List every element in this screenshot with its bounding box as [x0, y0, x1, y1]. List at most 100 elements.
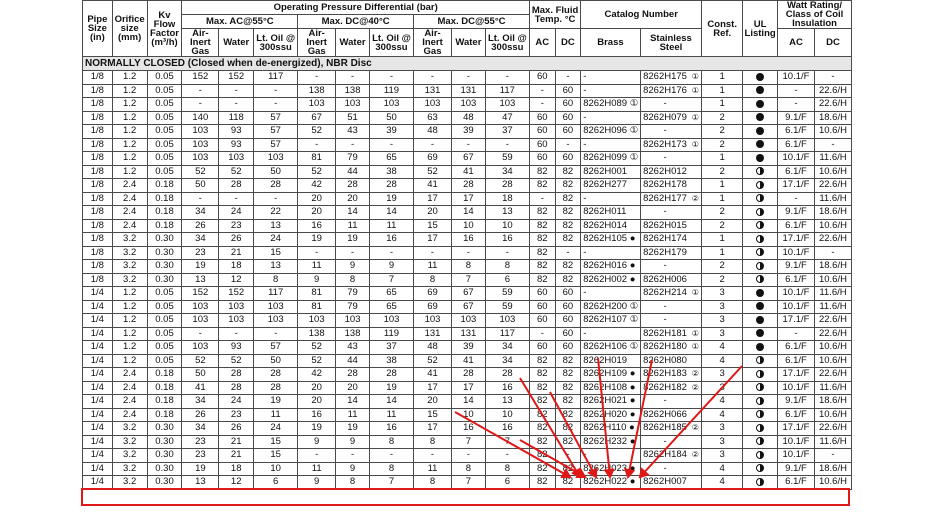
cell-dc40-water: 44 — [335, 353, 370, 368]
header-lt-oil: Lt. Oil @ 300ssu — [368, 28, 415, 57]
cell-pipe-size: 1/8 — [82, 178, 113, 193]
ul-listed-half-icon — [756, 410, 765, 419]
cell-dc40-lt-oil: - — [368, 137, 415, 152]
cell-ac-lt-oil: 22 — [253, 205, 299, 220]
cell-ac-lt-oil: 15 — [253, 434, 299, 449]
cell-pipe-size: 1/4 — [82, 394, 113, 409]
cell-orifice-size: 2.4 — [111, 380, 148, 395]
cell-watt-ac: 17.1/F — [777, 313, 815, 328]
cell-orifice-size: 2.4 — [111, 394, 148, 409]
cell-dc55-water: 10 — [450, 218, 486, 233]
cell-dc40-water: 9 — [335, 434, 370, 449]
cell-dc40-air-gas: 42 — [297, 178, 337, 193]
cell-ac-lt-oil: 117 — [253, 70, 299, 85]
cell-orifice-size: 1.2 — [111, 326, 148, 341]
cell-pipe-size: 1/8 — [82, 97, 113, 112]
cell-ac-air-gas: - — [181, 326, 220, 341]
cell-dc40-lt-oil: - — [368, 245, 415, 260]
cell-const-ref: 4 — [701, 475, 744, 490]
cell-pipe-size: 1/8 — [82, 164, 113, 179]
header-lt-oil: Lt. Oil @ 300ssu — [253, 28, 299, 57]
cell-const-ref: 4 — [701, 394, 744, 409]
cell-const-ref: 3 — [701, 421, 744, 436]
cell-dc55-lt-oil: 59 — [484, 286, 530, 301]
ul-listed-half-icon — [756, 207, 765, 216]
cell-dc55-lt-oil: 6 — [484, 475, 530, 490]
cell-watt-dc: 10.6/H — [813, 353, 853, 368]
cell-dc40-air-gas: 52 — [297, 353, 337, 368]
cell-watt-dc: 10.6/H — [813, 475, 853, 490]
cell-kv-flow: 0.05 — [146, 124, 183, 139]
cell-dc55-water: 131 — [450, 326, 486, 341]
header-stainless-steel: Stainless Steel — [639, 28, 703, 57]
cell-kv-flow: 0.05 — [146, 97, 183, 112]
cell-dc55-water: 67 — [450, 299, 486, 314]
cell-orifice-size: 1.2 — [111, 299, 148, 314]
cell-dc40-water: 79 — [335, 299, 370, 314]
cell-temp-dc: 60 — [554, 97, 582, 112]
cell-dc40-water: 9 — [335, 259, 370, 274]
cell-ul-listing — [742, 434, 779, 449]
cell-temp-ac: - — [528, 97, 556, 112]
table-row: 1/4 2.4 0.18 41 28 28 20 20 19 17 17 16 82 82 8262H108… — [82, 380, 853, 395]
cell-pipe-size: 1/8 — [82, 70, 113, 85]
cell-pipe-size: 1/4 — [82, 380, 113, 395]
cell-const-ref: 2 — [701, 218, 744, 233]
cell-dc40-lt-oil: 119 — [368, 326, 415, 341]
cell-kv-flow: 0.05 — [146, 353, 183, 368]
cell-ss-catalog: 8262H214 — [639, 286, 690, 301]
cell-temp-ac: 60 — [528, 299, 556, 314]
cell-dc40-water: 138 — [335, 83, 370, 98]
cell-ac-water: 93 — [218, 124, 255, 139]
cell-temp-dc: 82 — [554, 164, 582, 179]
cell-brass-catalog: 8262H014 — [580, 218, 641, 233]
cell-pipe-size: 1/8 — [82, 124, 113, 139]
cell-ac-lt-oil: - — [253, 191, 299, 206]
cell-kv-flow: 0.18 — [146, 218, 183, 233]
cell-ac-air-gas: 52 — [181, 353, 220, 368]
cell-temp-ac: - — [528, 191, 556, 206]
cell-dc40-water: - — [335, 245, 370, 260]
cell-temp-ac: 82 — [528, 178, 556, 193]
cell-dc40-lt-oil: 65 — [368, 286, 415, 301]
ul-listed-half-icon — [756, 437, 765, 446]
cell-ul-listing — [742, 259, 779, 274]
cell-dc40-air-gas: 19 — [297, 232, 337, 247]
table-row: 1/8 1.2 0.05 103 93 57 52 43 39 48 39 37 60 60 8262H09… — [82, 124, 853, 139]
cell-ac-water: 28 — [218, 380, 255, 395]
cell-dc55-lt-oil: 117 — [484, 83, 530, 98]
cell-dc55-air-gas: 20 — [413, 394, 452, 409]
cell-kv-flow: 0.30 — [146, 421, 183, 436]
cell-ac-water: 24 — [218, 205, 255, 220]
cell-ul-listing — [742, 151, 779, 166]
cell-pipe-size: 1/4 — [82, 448, 113, 463]
cell-dc55-water: 41 — [450, 164, 486, 179]
cell-dc40-air-gas: 9 — [297, 475, 337, 490]
cell-kv-flow: 0.05 — [146, 70, 183, 85]
cell-watt-dc: 18.6/H — [813, 205, 853, 220]
cell-ac-water: 28 — [218, 367, 255, 382]
cell-watt-ac: 17.1/F — [777, 178, 815, 193]
cell-dc40-lt-oil: 28 — [368, 367, 415, 382]
cell-orifice-size: 1.2 — [111, 164, 148, 179]
ul-listed-half-icon — [756, 221, 765, 230]
cell-ss-mark: ① — [689, 110, 703, 125]
cell-ul-listing — [742, 83, 779, 98]
cell-ss-mark — [689, 299, 703, 314]
cell-orifice-size: 1.2 — [111, 137, 148, 152]
cell-temp-dc: 60 — [554, 299, 582, 314]
table-row: 1/8 1.2 0.05 152 152 117- - - - - -60- -8262H175 ① 1 1… — [82, 70, 853, 85]
cell-watt-ac: 10.1/F — [777, 70, 815, 85]
cell-const-ref: 2 — [701, 259, 744, 274]
cell-ac-water: 28 — [218, 178, 255, 193]
cell-watt-ac: 10.1/F — [777, 286, 815, 301]
cell-pipe-size: 1/4 — [82, 340, 113, 355]
cell-dc55-air-gas: 103 — [413, 97, 452, 112]
ul-listed-half-icon — [756, 423, 765, 432]
cell-ss-mark — [689, 97, 703, 112]
cell-dc55-water: 14 — [450, 205, 486, 220]
cell-pipe-size: 1/4 — [82, 313, 113, 328]
cell-orifice-size: 1.2 — [111, 151, 148, 166]
cell-brass-catalog: 8262H106 ① — [580, 340, 641, 355]
ul-listed-full-icon — [756, 86, 765, 95]
